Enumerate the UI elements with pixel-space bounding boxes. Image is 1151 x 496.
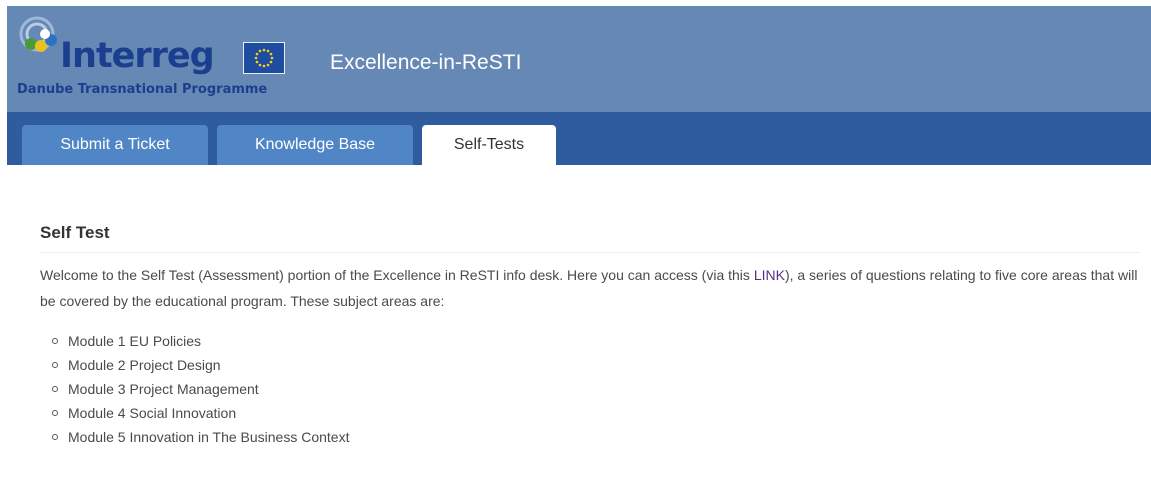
list-item: Module 5 Innovation in The Business Cont… — [50, 425, 1140, 449]
circle-bullet-icon — [52, 434, 58, 440]
tab-submit-a-ticket[interactable]: Submit a Ticket — [22, 125, 208, 165]
circle-bullet-icon — [52, 362, 58, 368]
logo-subtitle: Danube Transnational Programme — [17, 82, 268, 97]
interreg-logo[interactable]: Interreg Danube Transnational Programme — [17, 14, 307, 106]
tab-knowledge-base[interactable]: Knowledge Base — [217, 125, 413, 165]
list-item: Module 4 Social Innovation — [50, 401, 1140, 425]
page-title: Self Test — [40, 222, 1140, 253]
logo-wordmark: Interreg — [60, 36, 215, 76]
intro-text-before-link: Welcome to the Self Test (Assessment) po… — [40, 267, 754, 283]
module-label: Module 1 EU Policies — [68, 333, 202, 349]
module-label: Module 2 Project Design — [68, 357, 221, 373]
tab-self-tests[interactable]: Self-Tests — [422, 125, 556, 165]
app-title: Excellence-in-ReSTI — [330, 51, 522, 74]
self-test-link[interactable]: LINK — [754, 267, 785, 283]
list-item: Module 3 Project Management — [50, 377, 1140, 401]
list-item: Module 2 Project Design — [50, 353, 1140, 377]
tab-bar: Submit a Ticket Knowledge Base Self-Test… — [7, 112, 1151, 165]
main-content: Self Test Welcome to the Self Test (Asse… — [40, 222, 1140, 449]
intro-paragraph: Welcome to the Self Test (Assessment) po… — [40, 262, 1140, 314]
module-label: Module 3 Project Management — [68, 381, 259, 397]
circle-bullet-icon — [52, 410, 58, 416]
circle-bullet-icon — [52, 338, 58, 344]
module-label: Module 4 Social Innovation — [68, 405, 237, 421]
list-item: Module 1 EU Policies — [50, 329, 1140, 353]
module-label: Module 5 Innovation in The Business Cont… — [68, 429, 350, 445]
circle-bullet-icon — [52, 386, 58, 392]
site-header: Interreg Danube Transnational Programme … — [7, 6, 1151, 112]
eu-flag-icon — [243, 42, 285, 74]
module-list: Module 1 EU Policies Module 2 Project De… — [40, 329, 1140, 449]
